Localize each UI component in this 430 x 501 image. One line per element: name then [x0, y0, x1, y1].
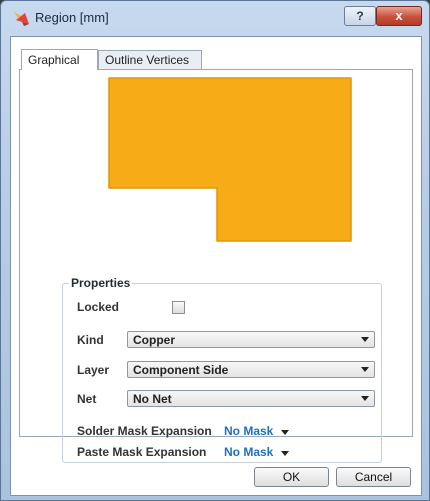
region-dialog: Region [mm] ? x Graphical Outline Vertic…: [0, 0, 430, 501]
chevron-down-icon[interactable]: [281, 430, 289, 435]
close-button[interactable]: x: [376, 6, 422, 26]
cancel-button[interactable]: Cancel: [336, 467, 411, 487]
properties-title: Properties: [69, 276, 133, 290]
layer-value: Component Side: [133, 363, 229, 377]
region-preview-shape: [108, 77, 352, 242]
kind-value: Copper: [133, 333, 175, 347]
region-tool-icon: [14, 12, 29, 26]
kind-select[interactable]: Copper: [127, 331, 375, 348]
chevron-down-icon: [361, 396, 369, 401]
window-title: Region [mm]: [35, 10, 109, 25]
tab-graphical[interactable]: Graphical: [21, 49, 98, 70]
layer-select[interactable]: Component Side: [127, 361, 375, 378]
net-select[interactable]: No Net: [127, 390, 375, 407]
locked-checkbox[interactable]: [172, 301, 185, 314]
solder-mask-value[interactable]: No Mask: [224, 424, 273, 438]
net-value: No Net: [133, 392, 172, 406]
chevron-down-icon: [361, 367, 369, 372]
locked-label: Locked: [77, 300, 120, 314]
solder-mask-label: Solder Mask Expansion: [77, 424, 212, 438]
paste-mask-value[interactable]: No Mask: [224, 445, 273, 459]
net-label: Net: [77, 392, 97, 406]
dialog-body: Graphical Outline Vertices Properties Lo…: [10, 36, 422, 496]
graphical-panel: Properties Locked Kind Copper Layer Comp…: [19, 69, 413, 463]
chevron-down-icon[interactable]: [281, 451, 289, 456]
ok-button[interactable]: OK: [254, 467, 329, 487]
properties-group: Properties Locked Kind Copper Layer Comp…: [62, 276, 382, 463]
chevron-down-icon: [361, 337, 369, 342]
layer-label: Layer: [77, 363, 110, 377]
kind-label: Kind: [77, 333, 104, 347]
title-bar[interactable]: Region [mm] ? x: [1, 1, 429, 35]
paste-mask-label: Paste Mask Expansion: [77, 445, 207, 459]
help-button[interactable]: ?: [344, 6, 376, 26]
tab-outline-vertices[interactable]: Outline Vertices: [98, 50, 202, 69]
